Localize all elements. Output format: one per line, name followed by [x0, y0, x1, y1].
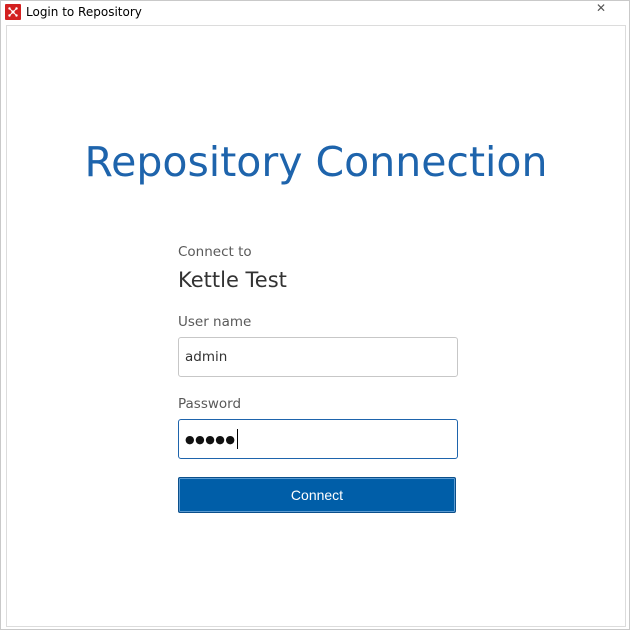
close-icon: ✕: [595, 1, 607, 15]
connect-to-label: Connect to: [178, 244, 252, 260]
username-value: admin: [185, 349, 228, 365]
password-value: ●●●●●: [185, 432, 236, 446]
text-caret: [236, 429, 238, 449]
close-button[interactable]: ✕: [579, 1, 623, 15]
connect-button[interactable]: Connect: [178, 477, 456, 513]
title-bar: Login to Repository ✕: [1, 1, 629, 25]
kettle-app-icon: [5, 4, 21, 20]
username-field[interactable]: admin: [178, 337, 458, 377]
login-dialog-window: Login to Repository ✕ Repository Connect…: [0, 0, 630, 630]
repository-name: Kettle Test: [178, 268, 287, 292]
page-title: Repository Connection: [84, 138, 548, 186]
password-field[interactable]: ●●●●●: [178, 419, 458, 459]
password-label: Password: [178, 396, 242, 412]
username-label: User name: [178, 314, 252, 330]
dialog-content: [6, 25, 626, 627]
window-title: Login to Repository: [26, 5, 142, 19]
